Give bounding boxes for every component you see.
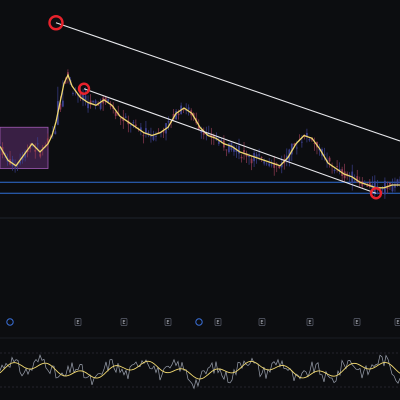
oscillator-line (0, 354, 400, 390)
candle-body (295, 147, 298, 149)
candle-body (300, 141, 303, 143)
event-badge-label: E (216, 320, 219, 326)
candle-body (177, 113, 180, 116)
candle-body (389, 182, 391, 185)
candle-body (255, 154, 258, 158)
candle-body (243, 150, 245, 153)
candle-body (263, 161, 266, 164)
candle-body (250, 158, 253, 164)
candle-body (260, 157, 263, 159)
candle-body (187, 107, 190, 110)
event-badge-label: E (76, 320, 79, 326)
candle-body (87, 103, 89, 109)
candle-body (167, 121, 170, 123)
candle-body (333, 169, 336, 172)
event-badge-label: E (355, 320, 358, 326)
candle-body (119, 118, 122, 120)
moving-average-line (0, 73, 400, 189)
candle-body (94, 100, 97, 104)
candle-body (353, 180, 356, 182)
candle-body (376, 185, 379, 187)
candle-body (225, 149, 228, 151)
candle-body (217, 141, 220, 144)
candle-body (308, 139, 311, 141)
candle-body (328, 157, 331, 162)
candle-body (248, 155, 250, 158)
resistance-trendline (55, 22, 400, 142)
candle-body (61, 100, 64, 107)
oscillator-signal-line (0, 360, 400, 380)
candle-body (14, 167, 16, 169)
candle-body (132, 122, 135, 124)
candle-body (270, 164, 273, 166)
candle-body (92, 100, 94, 103)
candle-body (124, 116, 127, 118)
candle-body (34, 149, 37, 152)
event-badge-label: E (260, 320, 263, 326)
candle-body (336, 166, 339, 168)
event-badge-label: E (308, 320, 311, 326)
candle-body (134, 124, 137, 126)
support-trendline (83, 88, 377, 194)
candle-body (54, 131, 57, 135)
candle-body (36, 143, 39, 145)
candle-body (381, 188, 384, 190)
candle-body (240, 156, 243, 159)
candle-body (39, 153, 42, 157)
candle-body (72, 93, 74, 94)
event-icon-start (6, 318, 14, 326)
candle-body (265, 163, 268, 165)
candle-body (142, 135, 145, 137)
event-badge-label: E (122, 320, 125, 326)
event-badge-label: E (396, 320, 399, 326)
price-chart: EEEEEEEE (0, 15, 400, 390)
event-icon-mid (195, 318, 203, 326)
chart-area: EEEEEEEE (0, 0, 400, 400)
candle-body (268, 163, 271, 166)
candle-body (84, 95, 87, 101)
candle-body (155, 135, 157, 137)
candle-body (306, 132, 308, 137)
candle-body (394, 183, 396, 188)
event-badge-label: E (166, 320, 169, 326)
candle-body (258, 154, 261, 156)
